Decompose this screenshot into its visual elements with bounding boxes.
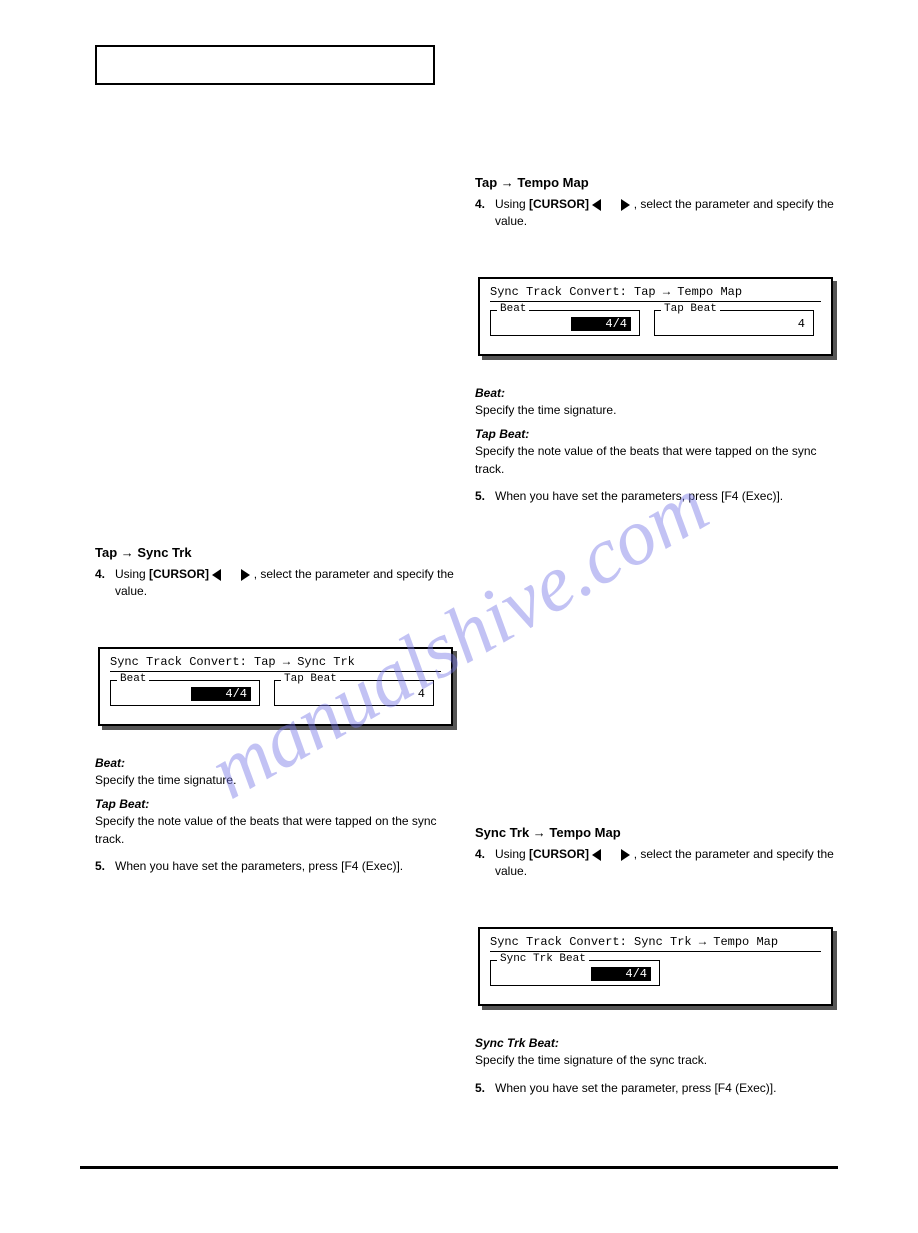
title-text: Sync Track Convert: Sync Trk <box>490 935 699 949</box>
text: Using <box>495 847 529 861</box>
field-legend: Sync Trk Beat <box>497 953 589 965</box>
bullet-number: 5. <box>475 488 489 505</box>
cursor-arrows <box>592 847 630 861</box>
cursor-arrows <box>212 567 250 581</box>
tap-value: 4 <box>745 317 805 331</box>
triangle-right-icon <box>621 199 630 211</box>
title-text: Tempo Map <box>670 285 742 299</box>
field-legend: Tap Beat <box>661 303 720 315</box>
triangle-left-icon <box>592 199 601 211</box>
beat-field[interactable]: Beat 4/4 <box>110 680 260 706</box>
bullet-number: 5. <box>475 1080 489 1097</box>
cursor-key: [CURSOR] <box>529 197 592 211</box>
tap-value: 4 <box>365 687 425 701</box>
step-text: Using [CURSOR] , select the parameter an… <box>495 846 835 881</box>
bullet-number: 5. <box>95 858 109 875</box>
step-text: When you have set the parameters, press … <box>115 858 403 875</box>
step-text: Using [CURSOR] , select the parameter an… <box>115 566 455 601</box>
panel-title: Sync Track Convert: Sync Trk → Tempo Map <box>490 935 821 952</box>
title-text: Sync Trk <box>290 655 355 669</box>
bullet-number: 4. <box>475 196 489 231</box>
field-legend: Tap Beat <box>281 673 340 685</box>
bullet-number: 4. <box>475 846 489 881</box>
step-text: When you have set the parameter, press [… <box>495 1080 776 1097</box>
step-text: When you have set the parameters, press … <box>495 488 783 505</box>
step-text: Using [CURSOR] , select the parameter an… <box>495 196 835 231</box>
text: Using <box>115 567 149 581</box>
beat-desc: Specify the time signature. <box>95 772 455 789</box>
sync-beat-desc: Specify the time signature of the sync t… <box>475 1052 835 1069</box>
panel-title: Sync Track Convert: Tap → Tempo Map <box>490 285 821 302</box>
tap-beat-field[interactable]: Tap Beat 4 <box>654 310 814 336</box>
footer <box>80 1166 838 1173</box>
beat-label: Beat: <box>95 756 125 770</box>
sync-beat-field[interactable]: Sync Trk Beat 4/4 <box>490 960 660 986</box>
beat-label: Beat: <box>475 386 505 400</box>
text: Using <box>495 197 529 211</box>
sync-beat-label: Sync Trk Beat: <box>475 1036 559 1050</box>
beat-desc: Specify the time signature. <box>475 402 835 419</box>
cursor-key: [CURSOR] <box>149 567 212 581</box>
section-title-box <box>95 45 435 85</box>
tap-beat-field[interactable]: Tap Beat 4 <box>274 680 434 706</box>
triangle-right-icon <box>621 849 630 861</box>
title-text: Sync Track Convert: Tap <box>110 655 283 669</box>
sync-beat-value: 4/4 <box>591 967 651 981</box>
beat-value: 4/4 <box>191 687 251 701</box>
triangle-left-icon <box>592 849 601 861</box>
triangle-left-icon <box>212 569 221 581</box>
beat-field[interactable]: Beat 4/4 <box>490 310 640 336</box>
tapbeat-label: Tap Beat: <box>95 797 149 811</box>
panel-title: Sync Track Convert: Tap → Sync Trk <box>110 655 441 672</box>
ui-panel-sync-tempo: Sync Track Convert: Sync Trk → Tempo Map… <box>478 927 833 1006</box>
ui-panel-tap-tempo: Sync Track Convert: Tap → Tempo Map Beat… <box>478 277 833 356</box>
heading-tap-tempo: Tap → Tempo Map <box>475 175 835 190</box>
title-text: Sync Track Convert: Tap <box>490 285 663 299</box>
beat-value: 4/4 <box>571 317 631 331</box>
bullet-number: 4. <box>95 566 109 601</box>
triangle-right-icon <box>241 569 250 581</box>
title-text: Tempo Map <box>706 935 778 949</box>
tapbeat-desc: Specify the note value of the beats that… <box>475 443 835 478</box>
ui-panel-tap-sync: Sync Track Convert: Tap → Sync Trk Beat … <box>98 647 453 726</box>
cursor-arrows <box>592 197 630 211</box>
tapbeat-label: Tap Beat: <box>475 427 529 441</box>
heading-sync-tempo: Sync Trk → Tempo Map <box>475 825 835 840</box>
tapbeat-desc: Specify the note value of the beats that… <box>95 813 455 848</box>
cursor-key: [CURSOR] <box>529 847 592 861</box>
heading-tap-synctrk: Tap → Sync Trk <box>95 545 455 560</box>
field-legend: Beat <box>117 673 149 685</box>
field-legend: Beat <box>497 303 529 315</box>
